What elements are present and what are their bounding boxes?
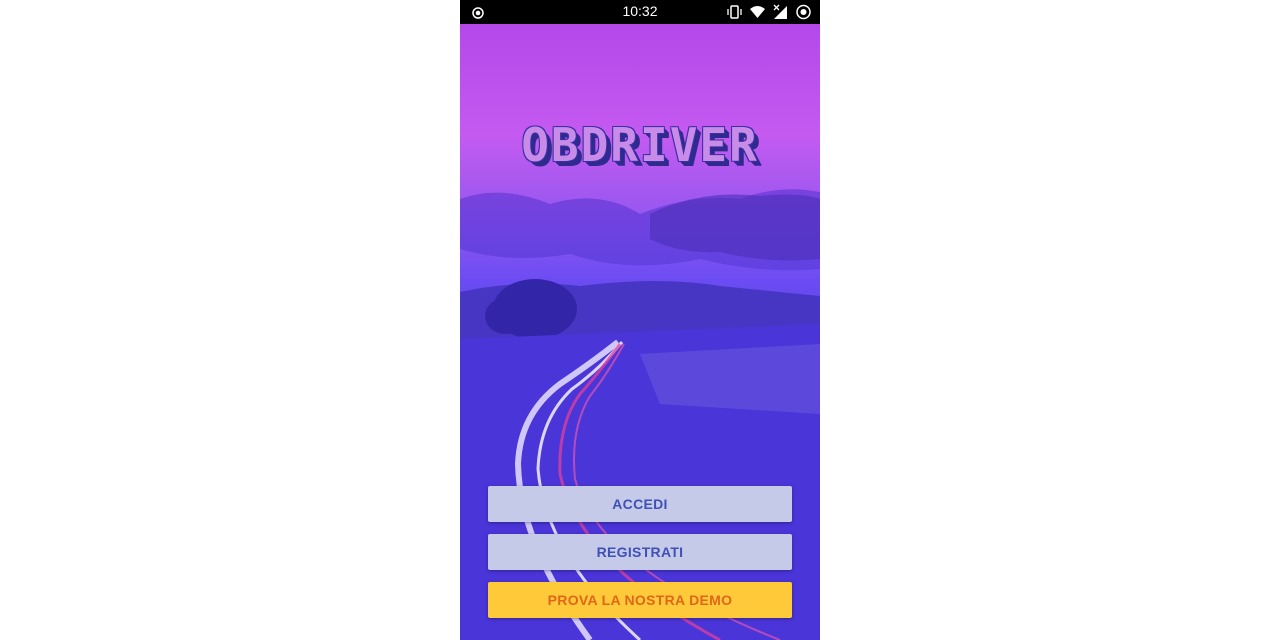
vibrate-icon: [726, 4, 743, 20]
wifi-icon: [749, 4, 766, 20]
demo-button[interactable]: PROVA LA NOSTRA DEMO: [488, 582, 792, 618]
signal-icon: [772, 4, 789, 20]
app-logo: OBDRIVER: [521, 118, 759, 172]
login-button[interactable]: ACCEDI: [488, 486, 792, 522]
status-icons: [726, 4, 812, 20]
status-bar: 10:32: [460, 0, 820, 24]
phone-screen: 10:32 OBDRIVER ACCEDI REGISTRATI PROVA L…: [460, 0, 820, 640]
register-button[interactable]: REGISTRATI: [488, 534, 792, 570]
battery-saver-icon: [795, 4, 812, 20]
